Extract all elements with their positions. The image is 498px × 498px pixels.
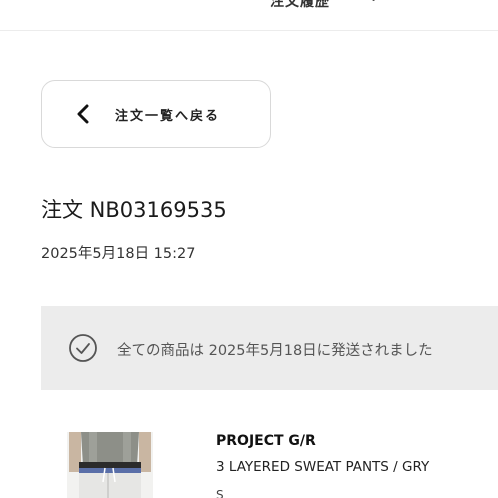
shipping-status-text: 全ての商品は 2025年5月18日に発送されました xyxy=(117,343,433,359)
product-image[interactable] xyxy=(67,432,153,498)
product-brand[interactable]: PROJECT G/R xyxy=(216,433,316,449)
product-photo-illustration xyxy=(67,432,153,498)
product-name[interactable]: 3 LAYERED SWEAT PANTS / GRY xyxy=(216,459,429,475)
shipping-status-banner: 全ての商品は 2025年5月18日に発送されました xyxy=(41,306,498,390)
order-detail-page: 注文履歴 v 注文一覧へ戻る 注文 NB03169535 2025年5月18日 … xyxy=(0,0,498,498)
product-size: S xyxy=(216,488,224,498)
chevron-left-icon xyxy=(77,104,89,124)
check-circle-icon xyxy=(69,334,97,362)
header-menu-label[interactable]: 注文履歴 xyxy=(270,0,330,11)
back-button-label: 注文一覧へ戻る xyxy=(115,109,221,124)
back-to-orders-button[interactable]: 注文一覧へ戻る xyxy=(41,80,271,148)
chevron-down-icon[interactable]: v xyxy=(370,0,377,4)
order-title: 注文 NB03169535 xyxy=(41,198,227,222)
top-header: 注文履歴 v xyxy=(0,0,498,31)
order-date: 2025年5月18日 15:27 xyxy=(41,246,196,262)
